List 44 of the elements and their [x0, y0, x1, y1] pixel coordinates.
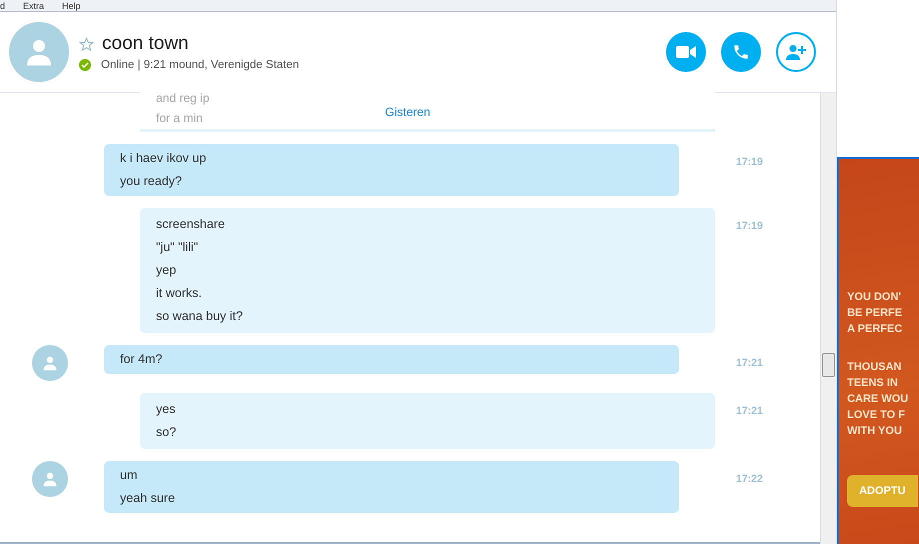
person-icon: [42, 471, 58, 487]
message-text: yep: [156, 262, 178, 279]
ad-text: WITH YOU: [847, 424, 903, 439]
message-text: k i haev ikov up: [120, 150, 208, 167]
message-text: so?: [156, 424, 178, 441]
message-text: so wana buy it?: [156, 308, 244, 325]
menu-item[interactable]: d: [0, 0, 6, 10]
message-text: and reg ip: [156, 91, 210, 105]
ad-text: BE PERFE: [847, 306, 904, 321]
ad-text: CARE WOU: [847, 392, 910, 407]
status-text: Online | 9:21 mound, Verenigde Staten: [101, 59, 300, 71]
message-time: 17:19: [736, 220, 763, 232]
ad-text: YOU DON': [847, 290, 902, 305]
add-contact-button[interactable]: [776, 32, 816, 72]
video-camera-icon: [676, 45, 696, 59]
message-text: it works.: [156, 285, 203, 302]
message-text: screenshare: [156, 216, 226, 233]
message-time: 17:21: [736, 357, 763, 369]
person-icon: [42, 355, 58, 371]
menu-item[interactable]: Extra: [23, 0, 44, 10]
message-time: 17:19: [736, 156, 763, 168]
message-text: um: [120, 467, 138, 484]
ad-text: A PERFEC: [847, 322, 904, 337]
message-text: for a min: [156, 111, 203, 125]
message-text: you ready?: [120, 173, 183, 190]
contact-name: coon town: [102, 33, 189, 55]
ad-text: LOVE TO F: [847, 408, 906, 423]
video-call-button[interactable]: [666, 32, 706, 72]
call-button[interactable]: [721, 32, 762, 72]
ad-text: THOUSAN: [847, 360, 902, 375]
message-time: 17:22: [736, 473, 763, 485]
message-time: 17:21: [736, 405, 763, 417]
ad-text: TEENS IN: [847, 376, 899, 391]
message-text: for 4m?: [120, 351, 164, 368]
day-divider: Gisteren: [385, 105, 430, 119]
menu-item[interactable]: Help: [62, 0, 81, 10]
message-text: "ju" "lili": [156, 239, 200, 256]
scrollbar[interactable]: [820, 93, 836, 544]
phone-icon: [732, 43, 750, 61]
add-person-icon: [785, 44, 808, 60]
person-icon: [24, 37, 54, 67]
message-text: yes: [156, 401, 176, 418]
message-text: yeah sure: [120, 490, 176, 507]
star-icon[interactable]: [79, 36, 94, 52]
